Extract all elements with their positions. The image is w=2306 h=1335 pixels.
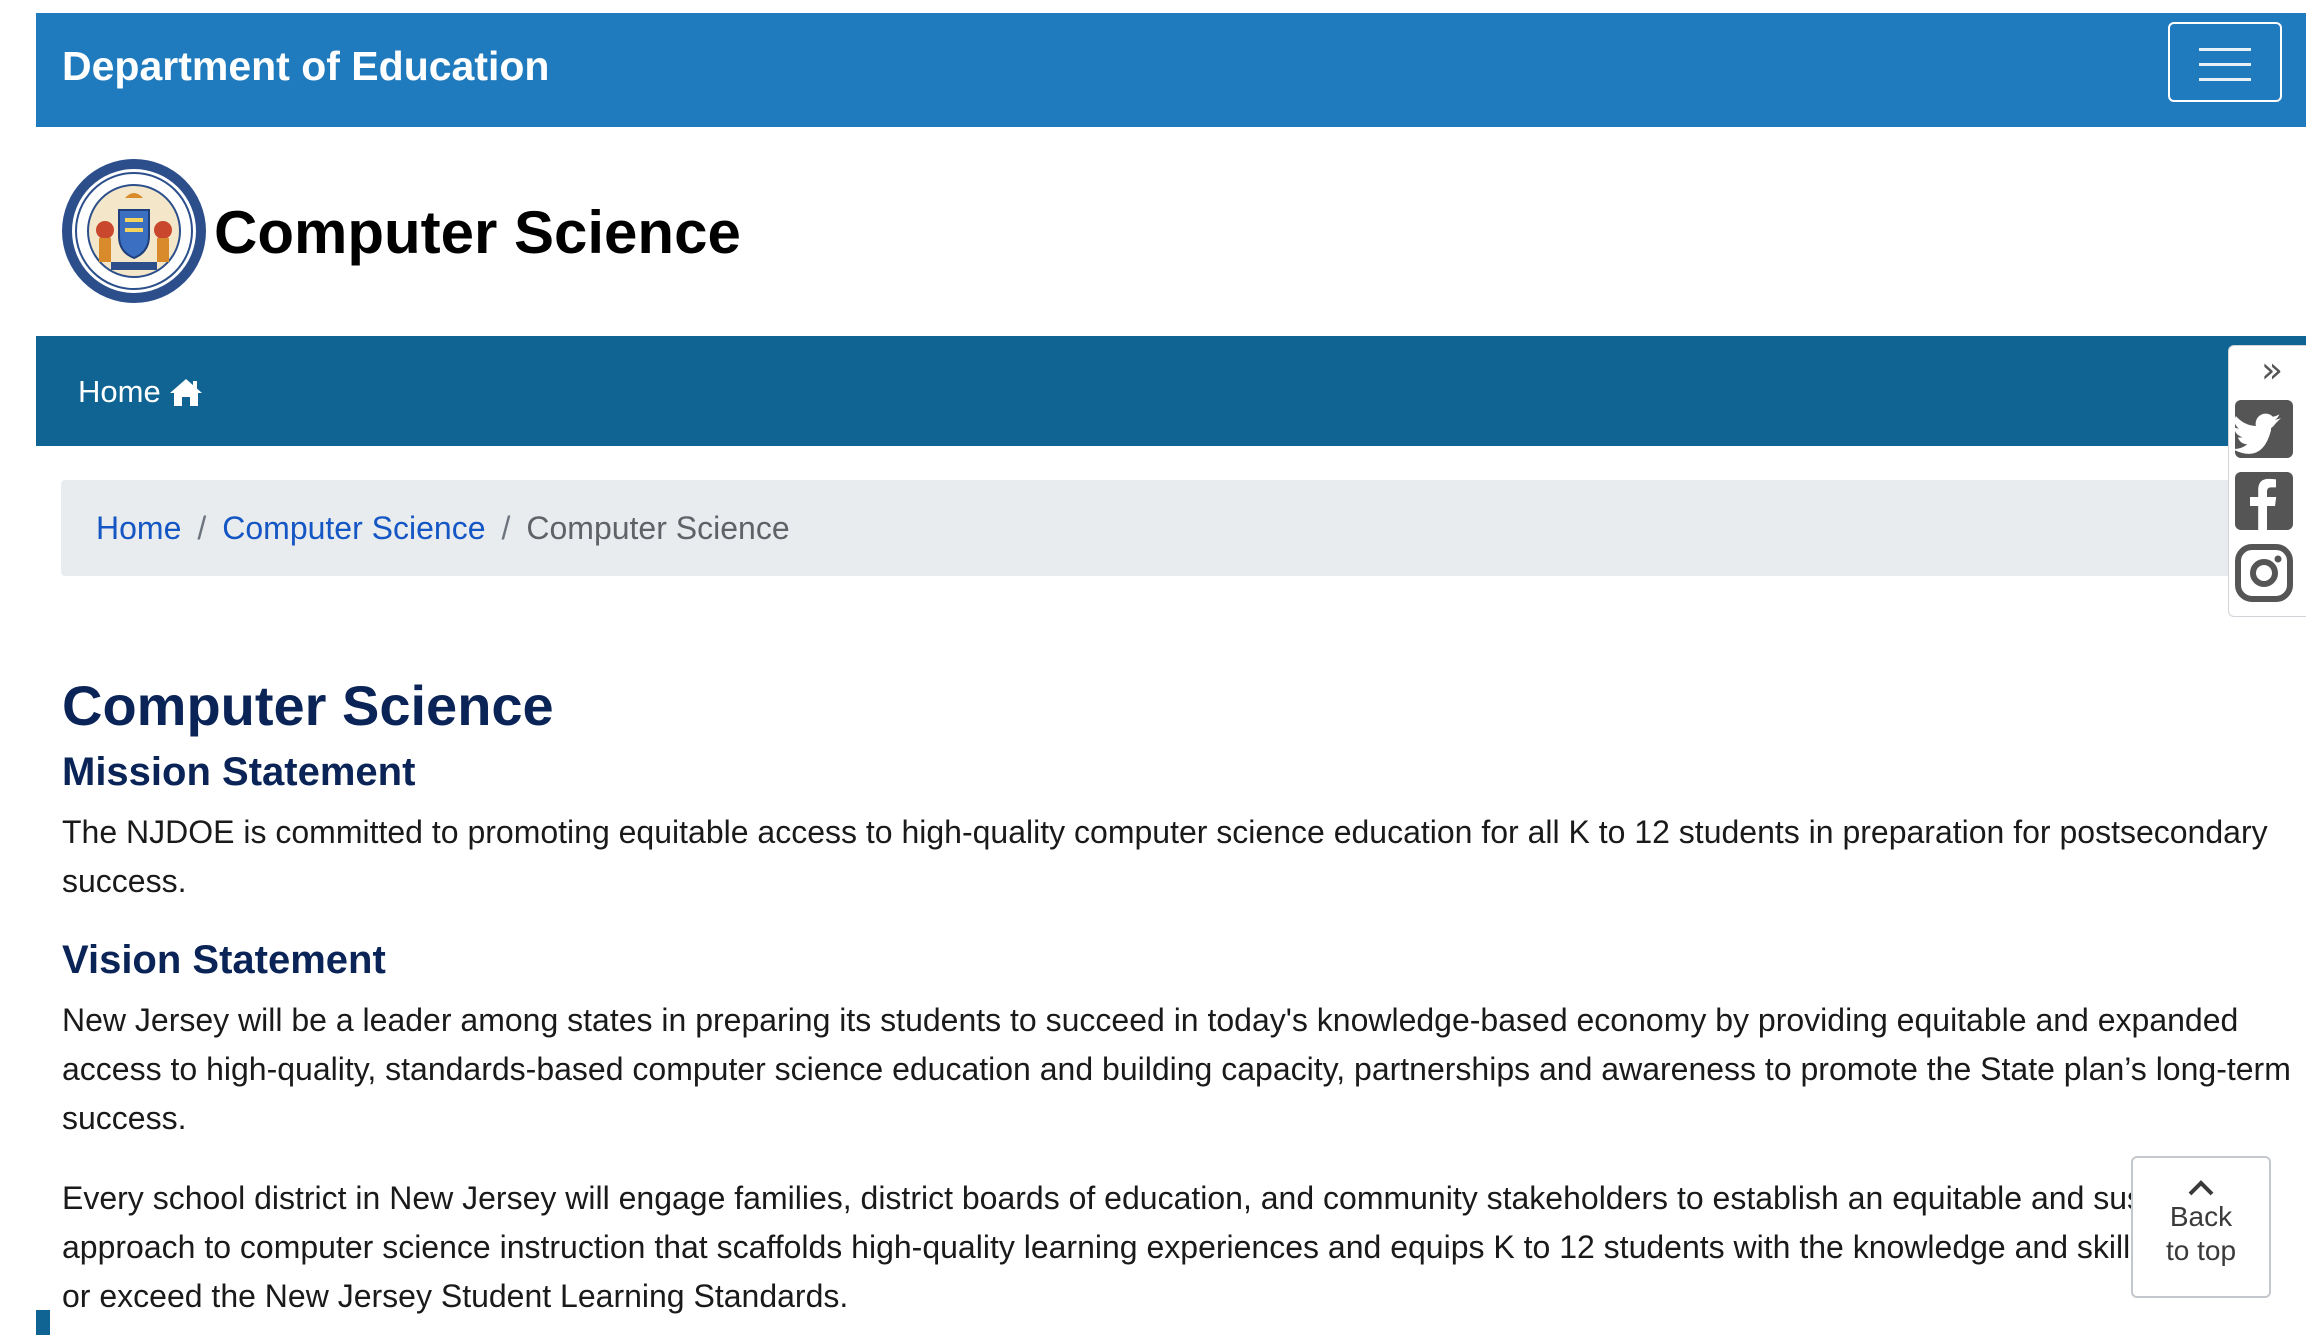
nav-home-link[interactable]: Home — [78, 374, 203, 410]
breadcrumb-computer-science-link[interactable]: Computer Science — [222, 510, 485, 547]
site-title[interactable]: Department of Education — [62, 43, 549, 90]
breadcrumb-separator: / — [501, 509, 511, 546]
main-nav: Home — [36, 336, 2306, 446]
twitter-icon[interactable] — [2233, 398, 2295, 460]
top-header: Department of Education — [36, 13, 2306, 127]
breadcrumb-home-link[interactable]: Home — [96, 510, 181, 547]
chevron-up-icon — [2188, 1180, 2214, 1196]
hamburger-icon-bar — [2199, 48, 2251, 51]
vision-paragraph: New Jersey will be a leader among states… — [62, 1002, 2291, 1136]
breadcrumb-separator: / — [197, 509, 207, 546]
back-to-top-button[interactable]: Back to top — [2131, 1156, 2271, 1298]
collapse-panel-chevron-icon[interactable]: » — [2261, 350, 2283, 391]
breadcrumb-current: Computer Science — [526, 509, 790, 546]
page: Department of Education Computer Science… — [36, 0, 2306, 1335]
hamburger-icon-bar — [2199, 78, 2251, 81]
district-paragraph: Every school district in New Jersey will… — [62, 1180, 2262, 1314]
breadcrumb: Home / Computer Science / Computer Scien… — [61, 480, 2276, 576]
vision-heading: Vision Statement — [62, 938, 386, 982]
page-hero-title: Computer Science — [214, 199, 741, 266]
content-title: Computer Science — [62, 674, 554, 737]
hamburger-icon-bar — [2199, 63, 2251, 66]
instagram-icon[interactable] — [2233, 542, 2295, 604]
nav-home-label: Home — [78, 374, 161, 409]
facebook-icon[interactable] — [2233, 470, 2295, 532]
back-to-top-label: Back to top — [2165, 1201, 2237, 1266]
mission-heading: Mission Statement — [62, 750, 416, 794]
social-share-panel: » — [2228, 345, 2306, 617]
department-seal-icon[interactable] — [61, 158, 207, 304]
main-content: Computer Science Mission Statement The N… — [62, 670, 2292, 1321]
hamburger-menu-button[interactable] — [2168, 22, 2282, 102]
mission-paragraph: The NJDOE is committed to promoting equi… — [62, 814, 2268, 899]
home-icon — [169, 379, 202, 406]
left-edge-accent — [36, 1310, 50, 1335]
